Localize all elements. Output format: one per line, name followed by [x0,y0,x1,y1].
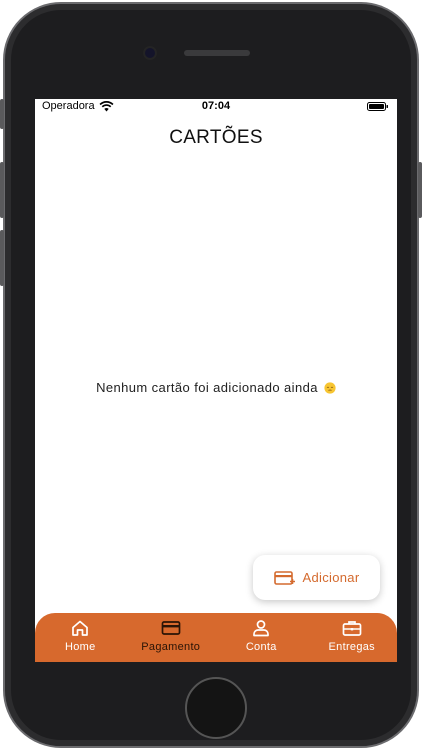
page-title: CARTÕES [169,127,263,148]
front-camera [145,48,155,58]
user-icon [253,620,270,637]
nav-item-entregas-label: Entregas [328,641,375,653]
bottom-navigation: Home Pagamento Conta Entregas [35,613,397,662]
status-bar: Operadora 07:04 [35,99,397,115]
empty-state-text: Nenhum cartão foi adicionado ainda [96,380,318,395]
phone-frame: Operadora 07:04 CARTÕES Nenhum cartão fo… [0,2,422,748]
briefcase-icon [342,621,362,636]
nav-item-home[interactable]: Home [35,613,126,662]
home-hardware-button[interactable] [185,677,247,739]
add-card-icon [273,570,295,585]
clock: 07:04 [201,100,231,112]
nav-item-pagamento-label: Pagamento [141,641,201,653]
volume-down-button [0,230,4,286]
empty-state: Nenhum cartão foi adicionado ainda [35,380,397,395]
silent-switch [0,99,4,129]
nav-item-entregas[interactable]: Entregas [307,613,398,662]
add-card-button[interactable]: Adicionar [253,555,380,600]
pensive-face-icon [324,382,336,394]
volume-up-button [0,162,4,218]
home-icon [72,620,89,636]
add-card-label: Adicionar [302,570,360,585]
power-button [418,162,422,218]
battery-icon [367,102,388,111]
nav-item-home-label: Home [64,641,96,653]
nav-item-pagamento[interactable]: Pagamento [126,613,217,662]
credit-card-icon [161,621,181,635]
nav-item-conta-label: Conta [245,641,277,653]
nav-item-conta[interactable]: Conta [216,613,307,662]
earpiece-speaker [184,50,250,56]
app-screen: Operadora 07:04 CARTÕES Nenhum cartão fo… [35,99,397,662]
